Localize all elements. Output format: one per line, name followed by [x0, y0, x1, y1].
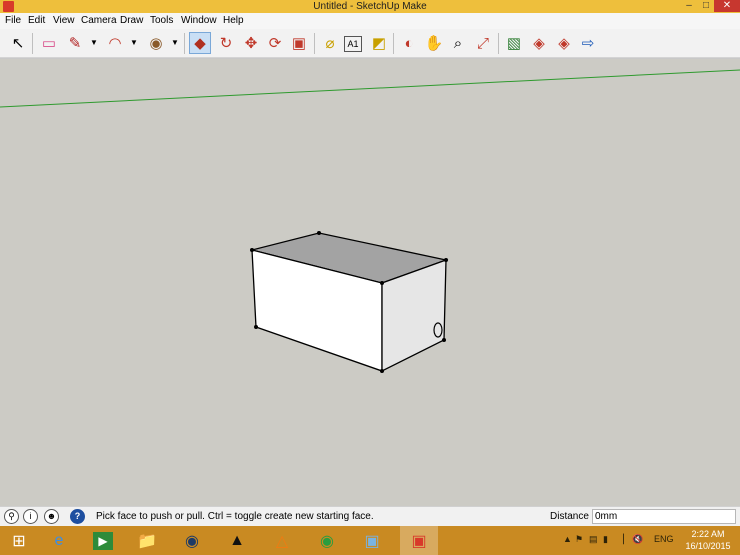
toolbar-separator — [393, 33, 394, 54]
menu-bar: File Edit View Camera Draw Tools Window … — [0, 13, 740, 29]
tape-measure-icon[interactable]: ⌀ — [319, 32, 341, 54]
signal-icon[interactable]: ▕ — [617, 534, 624, 545]
menu-window[interactable]: Window — [181, 14, 217, 28]
clock-date: 16/10/2015 — [685, 541, 731, 551]
show-hidden-icons-icon[interactable]: ▲ — [563, 534, 572, 545]
vertex — [380, 281, 384, 285]
clock-time: 2:22 AM — [691, 529, 725, 539]
menu-file[interactable]: File — [5, 14, 21, 28]
extension-warehouse-icon[interactable]: ◈ — [553, 32, 575, 54]
shape-circle-icon[interactable]: ◉ — [145, 32, 167, 54]
vertex — [254, 325, 258, 329]
network-icon[interactable]: ▤ — [589, 534, 598, 545]
arc-icon[interactable]: ◠ — [104, 32, 126, 54]
distance-input[interactable]: 0mm — [592, 509, 736, 524]
menu-edit[interactable]: Edit — [28, 14, 45, 28]
follow-me-icon[interactable]: ↻ — [215, 32, 237, 54]
battery-icon[interactable]: ▮ — [603, 534, 608, 545]
status-bar: ⚲ i ☻ ? Pick face to push or pull. Ctrl … — [0, 506, 740, 526]
taskbar: ⊞ e ▶ 📁 ◉ ▲ △ ◉ ▣ ▣ ▲ ⚑ ▤ ▮ ▕ 🔇 ENG 2:22… — [0, 526, 740, 555]
side-hole[interactable] — [433, 322, 443, 338]
distance-label: Distance — [550, 511, 589, 522]
push-pull-icon[interactable]: ◆ — [189, 32, 211, 54]
window-title: Untitled - SketchUp Make — [313, 1, 427, 12]
close-button[interactable]: ✕ — [714, 0, 740, 12]
chevron-down-icon[interactable]: ▼ — [89, 38, 99, 48]
menu-view[interactable]: View — [53, 14, 75, 28]
green-axis-line — [0, 69, 740, 108]
sketchup-icon[interactable]: ▣ — [400, 526, 438, 555]
move-icon[interactable]: ✥ — [240, 32, 262, 54]
pan-hand-icon[interactable]: ✋ — [423, 32, 445, 54]
chevron-down-icon[interactable]: ▼ — [129, 38, 139, 48]
toolbar-separator — [498, 33, 499, 54]
title-bar: Untitled - SketchUp Make – □ ✕ — [0, 0, 740, 13]
file-explorer-icon[interactable]: 📁 — [130, 526, 164, 555]
main-toolbar: ↖ ▭ ✎ ▼ ◠ ▼ ◉ ▼ ◆ ↻ ✥ ⟳ ▣ ⌀ A1 ◩ ◐ ✋ ⌕ ⤢… — [0, 29, 740, 58]
3d-warehouse-icon[interactable]: ◈ — [528, 32, 550, 54]
add-location-icon[interactable]: ▧ — [503, 32, 525, 54]
rotate-icon[interactable]: ⟳ — [264, 32, 286, 54]
orbit-icon[interactable]: ◐ — [398, 32, 420, 54]
inkscape-icon[interactable]: ▲ — [220, 526, 254, 555]
chrome-icon[interactable]: ◉ — [310, 526, 344, 555]
scale-icon[interactable]: ▣ — [288, 32, 310, 54]
vertex — [442, 338, 446, 342]
share-model-icon[interactable]: ⇨ — [577, 32, 599, 54]
vertex — [444, 258, 448, 262]
vertex — [380, 369, 384, 373]
pencil-line-icon[interactable]: ✎ — [64, 32, 86, 54]
toolbar-separator — [32, 33, 33, 54]
xbox-games-icon[interactable]: ▶ — [86, 526, 120, 555]
toolbar-separator — [314, 33, 315, 54]
internet-explorer-icon[interactable]: e — [42, 526, 76, 555]
drawing-viewport[interactable] — [0, 59, 740, 506]
help-icon[interactable]: ? — [70, 509, 85, 524]
user-account-icon[interactable]: ☻ — [44, 509, 59, 524]
vlc-icon[interactable]: △ — [265, 526, 299, 555]
vertex — [250, 248, 254, 252]
chevron-down-icon[interactable]: ▼ — [170, 38, 180, 48]
text-label-icon[interactable]: A1 — [344, 36, 362, 52]
status-hint: Pick face to push or pull. Ctrl = toggle… — [96, 511, 374, 522]
language-indicator[interactable]: ENG — [654, 534, 674, 545]
select-arrow-icon[interactable]: ↖ — [7, 32, 29, 54]
maximize-button[interactable]: □ — [698, 0, 714, 12]
zoom-icon[interactable]: ⌕ — [447, 32, 469, 54]
app-compass-icon[interactable]: ◉ — [175, 526, 209, 555]
eraser-icon[interactable]: ▭ — [38, 32, 60, 54]
toolbar-separator — [184, 33, 185, 54]
flag-icon[interactable]: ⚑ — [575, 534, 583, 545]
vertex — [317, 231, 321, 235]
menu-tools[interactable]: Tools — [150, 14, 173, 28]
paint-bucket-icon[interactable]: ◩ — [368, 32, 390, 54]
volume-muted-icon[interactable]: 🔇 — [632, 534, 643, 545]
zoom-extents-icon[interactable]: ⤢ — [472, 32, 494, 54]
windows-start-icon[interactable]: ⊞ — [2, 526, 36, 555]
menu-camera[interactable]: Camera — [81, 14, 117, 28]
minimize-button[interactable]: – — [680, 0, 698, 12]
system-clock[interactable]: 2:22 AM 16/10/2015 — [682, 528, 734, 552]
menu-draw[interactable]: Draw — [120, 14, 143, 28]
menu-help[interactable]: Help — [223, 14, 244, 28]
photo-viewer-icon[interactable]: ▣ — [355, 526, 389, 555]
info-icon[interactable]: i — [23, 509, 38, 524]
geo-location-icon[interactable]: ⚲ — [4, 509, 19, 524]
model-canvas[interactable] — [0, 59, 740, 506]
